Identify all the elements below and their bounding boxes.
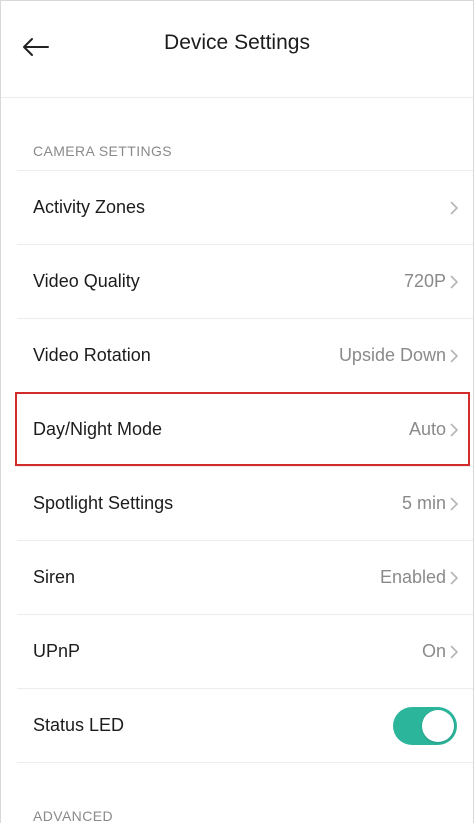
- row-value: 720P: [403, 271, 446, 291]
- row-activity-zones[interactable]: Activity Zones: [17, 170, 473, 244]
- chevron-right-icon: [450, 201, 458, 214]
- chevron-right-icon: [450, 349, 458, 362]
- status-led-toggle[interactable]: [393, 706, 457, 745]
- spacer: [1, 763, 473, 809]
- row-label: Siren: [33, 567, 76, 587]
- page-title: Device Settings: [164, 31, 310, 54]
- row-siren[interactable]: Siren Enabled: [17, 540, 473, 614]
- chevron-right-icon: [450, 645, 458, 658]
- row-value: On: [421, 641, 446, 661]
- row-label: Day/Night Mode: [33, 419, 163, 439]
- row-value: 5 min: [401, 493, 446, 513]
- row-video-rotation[interactable]: Video Rotation Upside Down: [17, 318, 473, 392]
- device-settings-screen: Device Settings CAMERA SETTINGS Activity…: [0, 0, 474, 823]
- header: Device Settings: [1, 1, 473, 98]
- chevron-right-icon: [450, 497, 458, 510]
- row-value: Enabled: [379, 567, 446, 587]
- row-label: Video Rotation: [33, 345, 151, 365]
- row-label: Activity Zones: [33, 197, 146, 217]
- row-spotlight-settings[interactable]: Spotlight Settings 5 min: [17, 466, 473, 540]
- row-value: Upside Down: [338, 345, 446, 365]
- section-header-camera-settings: CAMERA SETTINGS: [33, 143, 173, 159]
- row-video-quality[interactable]: Video Quality 720P: [17, 244, 473, 318]
- row-label: Video Quality: [33, 271, 140, 291]
- arrow-left-icon: [23, 38, 49, 56]
- row-day-night-mode[interactable]: Day/Night Mode Auto: [15, 392, 470, 466]
- section-header-advanced: ADVANCED: [33, 808, 113, 823]
- chevron-right-icon: [450, 275, 458, 288]
- chevron-right-icon: [450, 423, 458, 436]
- chevron-right-icon: [450, 571, 458, 584]
- toggle-knob: [422, 709, 454, 742]
- row-upnp[interactable]: UPnP On: [17, 614, 473, 688]
- row-label: UPnP: [33, 641, 81, 661]
- row-label: Status LED: [33, 715, 125, 735]
- row-label: Spotlight Settings: [33, 493, 174, 513]
- row-status-led: Status LED: [17, 688, 473, 762]
- back-button[interactable]: [21, 29, 65, 65]
- row-value: Auto: [408, 419, 446, 439]
